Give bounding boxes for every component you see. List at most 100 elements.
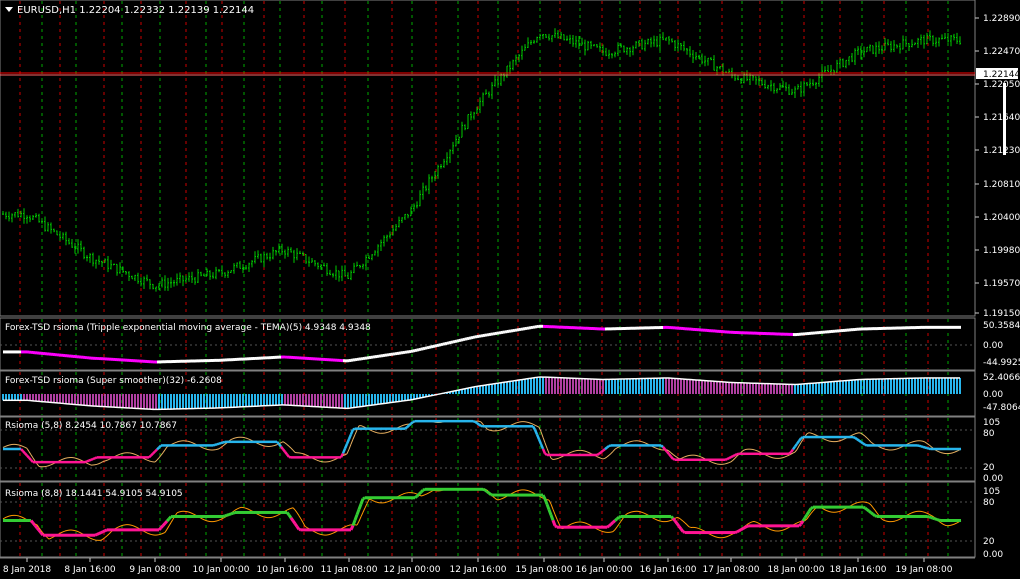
rsioma-segment <box>355 508 361 516</box>
pane-super-smoother[interactable]: Forex-TSD rsioma (Super smoother)(32) -6… <box>0 370 976 417</box>
rsioma-segment <box>670 455 674 460</box>
signal-segment <box>206 520 210 522</box>
signal-segment <box>328 533 332 536</box>
rsioma-segment <box>614 517 618 522</box>
signal-segment <box>554 458 558 460</box>
time-tick-label: 19 Jan 08:00 <box>896 565 953 575</box>
rsioma-segment <box>28 456 32 461</box>
signal-segment <box>374 431 378 434</box>
rsioma-segment <box>864 443 868 447</box>
signal-segment <box>952 451 956 454</box>
rsioma-segment <box>551 519 557 527</box>
signal-segment <box>130 524 134 527</box>
signal-segment <box>714 462 718 465</box>
rsioma-segment <box>278 443 282 448</box>
rsioma-segment <box>738 528 742 533</box>
rsioma-segment <box>810 505 814 510</box>
price-tick-label: 1.19150 <box>983 309 1020 319</box>
time-tick-label: 11 Jan 08:00 <box>321 565 378 575</box>
rsioma-segment <box>672 457 676 461</box>
pane-rsioma-5-8[interactable]: Rsioma (5,8) 8.2454 10.7867 10.7867 <box>0 416 976 482</box>
rsioma-segment <box>474 420 478 425</box>
signal-segment <box>232 437 236 440</box>
rsioma-segment <box>287 514 293 519</box>
signal-segment <box>770 456 774 459</box>
price-tick-label: 1.21230 <box>983 146 1020 156</box>
rsioma-segment <box>159 524 165 529</box>
signal-segment <box>912 511 916 513</box>
rsioma-segment <box>158 444 162 449</box>
signal-segment <box>244 437 248 439</box>
rsioma-segment <box>156 446 160 451</box>
rsioma-segment <box>84 460 88 464</box>
rsioma-segment <box>422 487 426 492</box>
signal-segment <box>884 520 888 522</box>
signal-segment <box>854 502 858 505</box>
scale-label: 105 <box>983 487 1000 497</box>
rsioma-segment <box>163 520 169 525</box>
smoother-line-segment <box>443 391 448 394</box>
pane-label: Rsioma (5,8) 8.2454 10.7867 10.7867 <box>5 421 177 431</box>
rsioma-segment <box>29 519 35 524</box>
pane-label: Forex-TSD rsioma (Super smoother)(32) -6… <box>5 376 222 386</box>
signal-segment <box>640 440 644 443</box>
rsioma-segment <box>736 529 740 534</box>
main-price-pane[interactable]: EURUSD,H1 1.22204 1.22332 1.22139 1.2214… <box>0 0 976 317</box>
rsioma-segment <box>339 452 345 458</box>
rsioma-segment <box>351 519 357 526</box>
rsioma-segment <box>807 507 813 513</box>
rsioma-segment <box>212 443 216 447</box>
signal-segment <box>656 519 660 522</box>
smoother-line-segment <box>473 385 478 388</box>
rsioma-segment <box>922 445 926 449</box>
rsioma-segment <box>419 489 425 494</box>
rsioma-segment <box>734 530 738 534</box>
rsioma-segment <box>31 522 37 527</box>
time-tick-label: 8 Jan 16:00 <box>64 565 116 575</box>
time-tick-label: 15 Jan 08:00 <box>516 565 573 575</box>
rsioma-segment <box>608 523 612 528</box>
price-axis[interactable]: 1.22890 1.22470 1.22050 1.21640 1.21230 1.208… <box>975 14 1020 319</box>
rsioma-segment <box>788 451 792 455</box>
rsioma-segment <box>148 454 152 459</box>
rsioma-segment <box>604 446 608 451</box>
signal-segment <box>696 455 700 457</box>
signal-segment <box>826 510 830 512</box>
signal-segment <box>684 455 688 458</box>
current-price-badge: 1.22144 <box>976 68 1020 80</box>
signal-segment <box>374 501 378 503</box>
time-axis[interactable]: 8 Jan 2018 8 Jan 16:00 9 Jan 08:00 10 Jan 0… <box>0 557 975 575</box>
signal-segment <box>64 457 68 459</box>
time-tick-label: 10 Jan 16:00 <box>257 565 314 575</box>
signal-segment <box>656 448 660 450</box>
signal-segment <box>46 465 50 467</box>
rsioma-segment <box>531 425 537 431</box>
scale-label: 20 <box>983 537 995 547</box>
pane-rsioma-8-8[interactable]: Rsioma (8,8) 18.1441 54.9105 54.9105 <box>0 481 976 558</box>
rsioma-segment <box>930 516 934 520</box>
signal-segment <box>698 455 702 458</box>
rsioma-segment <box>926 446 930 450</box>
rsioma-segment <box>94 532 98 537</box>
rsioma-segment <box>549 514 555 521</box>
rsioma-segment <box>803 513 809 519</box>
signal-segment <box>828 511 832 513</box>
rsioma-segment <box>918 444 922 448</box>
rsioma-segment <box>353 514 359 521</box>
scale-scroll-bar[interactable] <box>1003 83 1006 155</box>
rsioma-segment <box>606 524 610 529</box>
trading-chart[interactable]: EURUSD,H1 1.22204 1.22332 1.22139 1.2214… <box>0 0 1020 579</box>
rsioma-segment <box>26 454 30 459</box>
signal-segment <box>6 444 10 447</box>
pane-tema-rsioma[interactable]: Forex-TSD rsioma (Tripple exponential mo… <box>0 317 976 371</box>
signal-segment <box>204 519 208 522</box>
signal-segment <box>940 452 944 454</box>
rsioma-segment <box>349 524 355 531</box>
time-tick-label: 8 Jan 2018 <box>3 565 51 575</box>
signal-segment <box>262 516 266 518</box>
smoother-line-segment <box>452 389 457 392</box>
rsioma-segment <box>352 427 356 431</box>
price-tick-label: 1.22470 <box>983 47 1020 57</box>
signal-segment <box>18 444 22 447</box>
rsioma-segment <box>734 453 738 457</box>
